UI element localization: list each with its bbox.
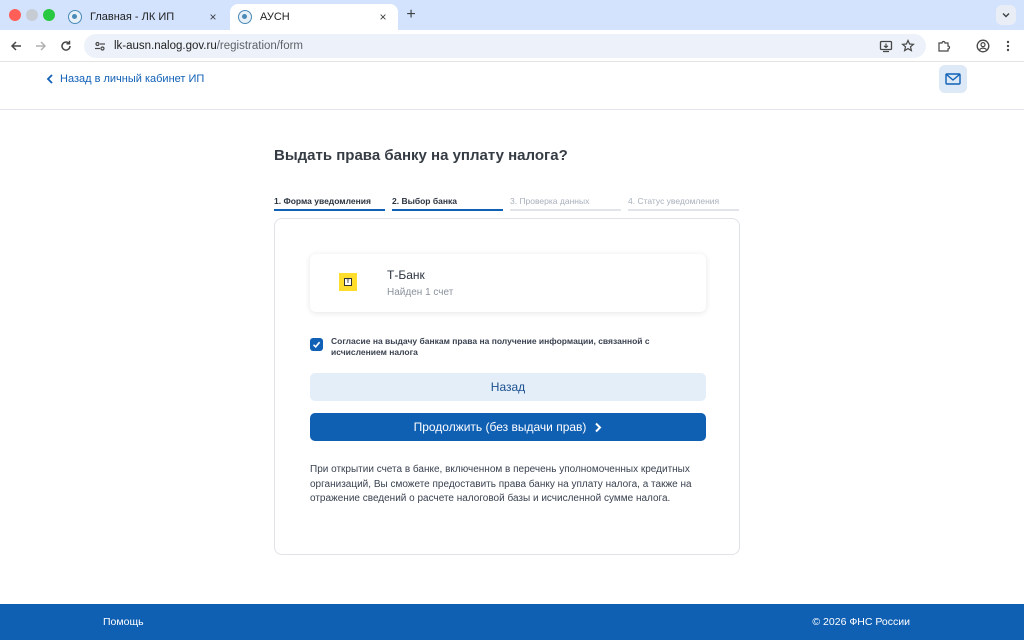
step-indicator xyxy=(510,209,621,211)
back-link-label: Назад в личный кабинет ИП xyxy=(60,73,205,85)
window-zoom-button[interactable] xyxy=(43,9,55,21)
consent-label: Согласие на выдачу банкам права на получ… xyxy=(331,336,650,357)
more-vertical-icon xyxy=(1006,40,1010,52)
arrow-left-icon xyxy=(10,41,21,51)
copyright: © 2026 ФНС России xyxy=(812,616,910,628)
consent-checkbox[interactable] xyxy=(310,338,323,351)
bank-selection-card: т Т-Банк Найден 1 счет Согласие на выдач… xyxy=(274,218,740,555)
browser-tab-ausn[interactable]: АУСН × xyxy=(230,4,398,30)
window-close-button[interactable] xyxy=(9,9,21,21)
step-label: 4. Статус уведомления xyxy=(628,196,720,206)
info-text: При открытии счета в банке, включенном в… xyxy=(310,464,692,504)
window-minimize-button[interactable] xyxy=(26,9,38,21)
install-app-icon xyxy=(879,40,893,53)
chevron-left-icon xyxy=(46,74,53,84)
url-host: lk-ausn.nalog.gov.ru xyxy=(114,40,217,52)
tbank-logo-icon: т xyxy=(339,273,357,291)
consent-row[interactable]: Согласие на выдачу банкам права на получ… xyxy=(310,336,706,358)
bank-accounts-count: Найден 1 счет xyxy=(387,287,454,298)
bank-name: Т-Банк xyxy=(387,268,425,282)
browser-toolbar: lk-ausn.nalog.gov.ru/registration/form xyxy=(0,30,1024,62)
tab-title: Главная - ЛК ИП xyxy=(90,11,175,23)
close-tab-icon[interactable]: × xyxy=(206,10,220,24)
fns-favicon-icon xyxy=(238,10,252,24)
chevron-down-icon xyxy=(1002,13,1010,18)
url-path: /registration/form xyxy=(216,40,303,52)
page-title: Выдать права банку на уплату налога? xyxy=(274,147,568,164)
browser-menu-button[interactable] xyxy=(998,36,1018,56)
step-label: 1. Форма уведомления xyxy=(274,196,371,206)
back-button[interactable] xyxy=(6,36,26,56)
page-footer: Помощь © 2026 ФНС России xyxy=(0,604,1024,640)
extensions-button[interactable] xyxy=(934,36,954,56)
step-data-check: 3. Проверка данных xyxy=(510,196,621,211)
forward-button[interactable] xyxy=(31,36,51,56)
site-info-icon[interactable] xyxy=(92,38,108,54)
progress-steps: 1. Форма уведомления 2. Выбор банка 3. П… xyxy=(274,196,740,212)
puzzle-icon xyxy=(938,40,951,52)
browser-tab-main[interactable]: Главная - ЛК ИП × xyxy=(60,4,228,30)
back-to-cabinet-link[interactable]: Назад в личный кабинет ИП xyxy=(46,73,204,85)
step-indicator xyxy=(628,209,739,211)
new-tab-button[interactable]: + xyxy=(402,6,420,24)
browser-tab-bar: Главная - ЛК ИП × АУСН × + xyxy=(0,0,1024,30)
fns-favicon-icon xyxy=(68,10,82,24)
step-notification-status: 4. Статус уведомления xyxy=(628,196,739,211)
close-tab-icon[interactable]: × xyxy=(376,10,390,24)
step-label: 3. Проверка данных xyxy=(510,196,590,206)
help-link[interactable]: Помощь xyxy=(103,616,144,628)
step-indicator xyxy=(274,209,385,211)
url-text: lk-ausn.nalog.gov.ru/registration/form xyxy=(114,40,303,52)
reload-icon xyxy=(61,40,71,51)
step-label: 2. Выбор банка xyxy=(392,196,457,206)
bookmark-button[interactable] xyxy=(898,36,918,56)
bank-item[interactable]: т Т-Банк Найден 1 счет xyxy=(310,254,706,312)
mail-button[interactable] xyxy=(939,65,967,93)
tab-search-button[interactable] xyxy=(996,5,1016,25)
arrow-right-icon xyxy=(36,41,47,51)
star-icon xyxy=(901,39,915,52)
step-bank-choice: 2. Выбор банка xyxy=(392,196,503,211)
continue-button[interactable]: Продолжить (без выдачи прав) xyxy=(310,413,706,441)
profile-icon xyxy=(976,39,990,53)
tab-title: АУСН xyxy=(260,11,290,23)
back-button[interactable]: Назад xyxy=(310,373,706,401)
reload-button[interactable] xyxy=(56,36,76,56)
back-button-label: Назад xyxy=(490,380,526,394)
install-app-button[interactable] xyxy=(876,36,896,56)
chevron-right-icon xyxy=(595,422,602,432)
address-bar[interactable]: lk-ausn.nalog.gov.ru/registration/form xyxy=(84,34,926,58)
mail-icon xyxy=(945,73,961,85)
step-notification-form: 1. Форма уведомления xyxy=(274,196,385,211)
step-indicator xyxy=(392,209,503,211)
profile-button[interactable] xyxy=(973,36,993,56)
continue-button-label: Продолжить (без выдачи прав) xyxy=(413,420,587,434)
page-header: Назад в личный кабинет ИП xyxy=(0,62,1024,110)
checkmark-icon xyxy=(312,341,321,348)
